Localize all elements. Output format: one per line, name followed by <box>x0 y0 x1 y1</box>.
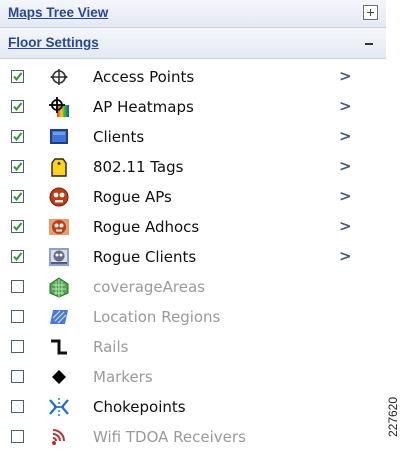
location-region-icon <box>48 306 70 328</box>
floor-setting-row[interactable]: Access Points > <box>0 63 386 93</box>
floor-setting-row[interactable]: Rails <box>0 333 386 363</box>
maps-tree-view-header[interactable]: Maps Tree View <box>0 0 386 28</box>
floor-setting-checkbox[interactable] <box>11 340 24 353</box>
chokepoint-icon <box>48 396 70 418</box>
floor-settings-header[interactable]: Floor Settings <box>0 28 386 59</box>
chevron-right-icon[interactable]: > <box>339 127 352 145</box>
tag-icon <box>48 156 70 178</box>
chevron-right-icon[interactable]: > <box>339 247 352 265</box>
chevron-right-icon[interactable]: > <box>339 157 352 175</box>
floor-setting-label: coverageAreas <box>93 278 205 296</box>
floor-setting-label: Rogue Clients <box>93 248 197 266</box>
floor-setting-label: Access Points <box>93 68 195 86</box>
wifi-tdoa-receiver-icon <box>48 426 70 448</box>
floor-setting-label: Chokepoints <box>93 398 186 416</box>
floor-setting-row[interactable]: Rogue Adhocs > <box>0 213 386 243</box>
floor-setting-checkbox[interactable] <box>11 100 24 113</box>
maps-tree-view-link[interactable]: Maps Tree View <box>8 5 108 20</box>
access-point-icon <box>48 66 70 88</box>
floor-setting-label: 802.11 Tags <box>93 158 184 176</box>
floor-setting-row[interactable]: AP Heatmaps > <box>0 93 386 123</box>
floor-setting-row[interactable]: coverageAreas <box>0 273 386 303</box>
floor-setting-label: Wifi TDOA Receivers <box>93 428 246 446</box>
floor-setting-row[interactable]: Location Regions <box>0 303 386 333</box>
floor-setting-label: Rogue Adhocs <box>93 218 200 236</box>
chevron-right-icon[interactable]: > <box>339 187 352 205</box>
floor-setting-row[interactable]: Chokepoints <box>0 393 386 423</box>
floor-setting-label: Markers <box>93 368 153 386</box>
rail-icon <box>48 336 70 358</box>
tree-panel: Maps Tree View Floor Settings <box>0 0 386 59</box>
rogue-adhoc-icon <box>48 216 70 238</box>
floor-setting-row[interactable]: Rogue Clients > <box>0 243 386 273</box>
floor-setting-label: Clients <box>93 128 145 146</box>
marker-icon <box>48 366 70 388</box>
floor-setting-checkbox[interactable] <box>11 250 24 263</box>
floor-setting-row[interactable]: Clients > <box>0 123 386 153</box>
floor-setting-label: AP Heatmaps <box>93 98 194 116</box>
floor-setting-checkbox[interactable] <box>11 400 24 413</box>
floor-setting-checkbox[interactable] <box>11 370 24 383</box>
client-icon <box>48 126 70 148</box>
minus-icon[interactable] <box>365 43 373 45</box>
figure-number: 227620 <box>385 390 400 446</box>
floor-setting-checkbox[interactable] <box>11 70 24 83</box>
floor-setting-checkbox[interactable] <box>11 280 24 293</box>
floor-settings-link[interactable]: Floor Settings <box>8 35 99 50</box>
floor-setting-checkbox[interactable] <box>11 220 24 233</box>
floor-setting-row[interactable]: Markers <box>0 363 386 393</box>
heatmap-icon <box>48 96 70 118</box>
floor-setting-checkbox[interactable] <box>11 310 24 323</box>
floor-setting-label: Location Regions <box>93 308 221 326</box>
floor-setting-checkbox[interactable] <box>11 160 24 173</box>
figure-number-text: 227620 <box>386 396 400 438</box>
chevron-right-icon[interactable]: > <box>339 97 352 115</box>
floor-setting-label: Rails <box>93 338 129 356</box>
rogue-client-icon <box>48 246 70 268</box>
floor-setting-checkbox[interactable] <box>11 430 24 443</box>
chevron-right-icon[interactable]: > <box>339 217 352 235</box>
floor-settings-list: Access Points > AP Heatmaps > Clients >802.11… <box>0 63 386 453</box>
floor-setting-row[interactable]: Rogue APs > <box>0 183 386 213</box>
chevron-right-icon[interactable]: > <box>339 67 352 85</box>
plus-box-icon[interactable] <box>363 5 378 20</box>
floor-setting-label: Rogue APs <box>93 188 172 206</box>
coverage-area-icon <box>48 276 70 298</box>
floor-setting-row[interactable]: 802.11 Tags > <box>0 153 386 183</box>
floor-setting-checkbox[interactable] <box>11 130 24 143</box>
rogue-ap-icon <box>48 186 70 208</box>
floor-setting-checkbox[interactable] <box>11 190 24 203</box>
